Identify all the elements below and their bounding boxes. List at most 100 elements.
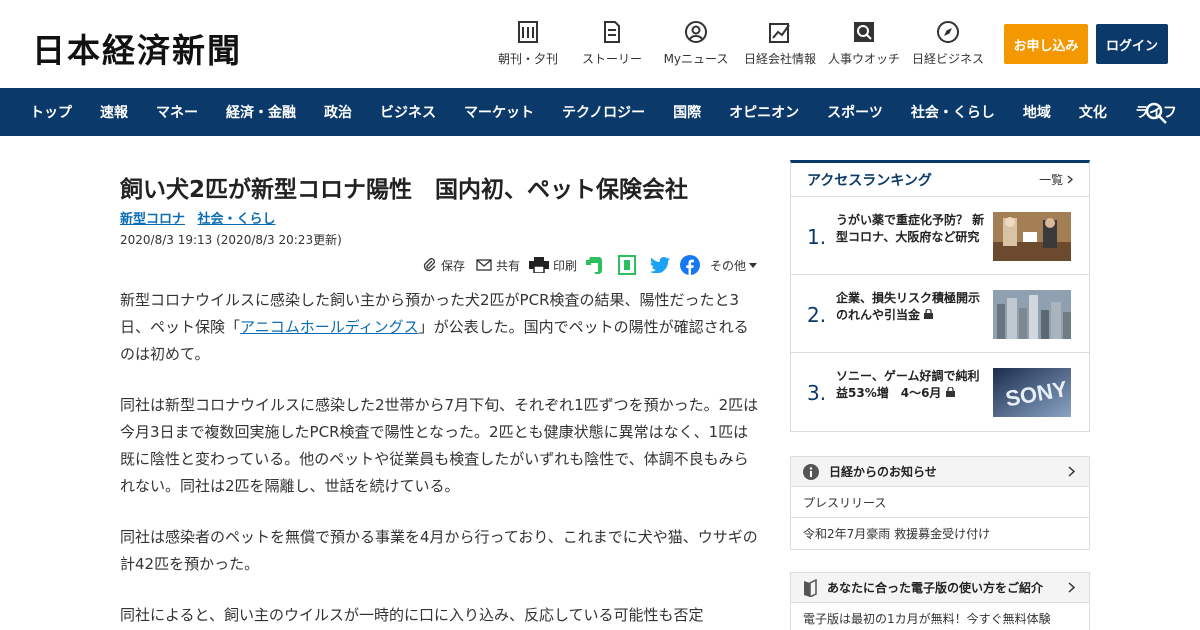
facebook-button[interactable] bbox=[680, 254, 704, 276]
ranking-thumbnail bbox=[993, 290, 1071, 339]
util-company-info[interactable]: 日経会社情報 bbox=[735, 20, 825, 67]
share-button[interactable]: 共有 bbox=[476, 254, 520, 276]
print-button[interactable]: 印刷 bbox=[529, 254, 577, 276]
nav-item-top[interactable]: トップ bbox=[30, 102, 72, 122]
tag-link[interactable]: 新型コロナ bbox=[120, 212, 185, 227]
save-button[interactable]: 保存 bbox=[423, 254, 465, 276]
book-icon bbox=[803, 578, 817, 597]
nav-item-market[interactable]: マーケット bbox=[464, 102, 534, 122]
util-label: 日経ビジネス bbox=[911, 52, 984, 66]
rank-number: 3. bbox=[807, 381, 827, 405]
rank-number: 2. bbox=[807, 303, 827, 327]
mail-icon bbox=[476, 259, 492, 271]
article-title: 飼い犬2匹が新型コロナ陽性 国内初、ペット保険会社 bbox=[120, 177, 689, 203]
twitter-icon bbox=[650, 257, 670, 273]
notice-item[interactable]: プレスリリース bbox=[791, 487, 1089, 518]
caret-down-icon bbox=[749, 262, 758, 268]
facebook-icon bbox=[680, 255, 700, 275]
nav-item-culture[interactable]: 文化 bbox=[1079, 102, 1107, 122]
save-label: 保存 bbox=[441, 258, 466, 273]
printer-icon bbox=[529, 257, 549, 273]
chevron-right-icon bbox=[1068, 466, 1076, 480]
nav-item-international[interactable]: 国際 bbox=[673, 102, 701, 122]
share-label: 共有 bbox=[496, 258, 521, 273]
nikkei-logo[interactable]: 日本経済新聞 bbox=[32, 24, 242, 72]
evernote-icon bbox=[586, 255, 604, 275]
notice-item[interactable]: 令和2年7月豪雨 救援募金受け付け bbox=[791, 518, 1089, 549]
nav-item-money[interactable]: マネー bbox=[156, 102, 198, 122]
article-paragraph: 新型コロナウイルスに感染した飼い主から預かった犬2匹がPCR検査の結果、陽性だっ… bbox=[120, 291, 749, 363]
ranking-header: アクセスランキング 一覧 bbox=[791, 163, 1089, 197]
compass-icon bbox=[936, 20, 960, 44]
chart-icon bbox=[768, 20, 792, 44]
print-label: 印刷 bbox=[553, 258, 578, 273]
evernote-button[interactable] bbox=[586, 254, 608, 276]
ranking-item[interactable]: 2. 企業、損失リスク積極開示 のれんや引当金 bbox=[791, 275, 1089, 353]
company-link[interactable]: アニコムホールディングス bbox=[240, 318, 419, 336]
clip-icon bbox=[618, 255, 636, 275]
site-header: 日本経済新聞 朝刊・夕刊 ストーリー Myニュース 日経会社情報 人事ウオッチ bbox=[0, 0, 1200, 88]
search-person-icon bbox=[852, 20, 876, 44]
more-label: その他 bbox=[710, 258, 747, 273]
newspaper-icon bbox=[516, 20, 540, 44]
util-label: Myニュース bbox=[663, 52, 729, 66]
nav-item-sports[interactable]: スポーツ bbox=[827, 102, 883, 122]
access-ranking: アクセスランキング 一覧 1. うがい薬で重症化予防？ 新型コロナ、大阪府など研… bbox=[790, 160, 1090, 432]
lock-icon bbox=[945, 386, 955, 397]
article-body: 新型コロナウイルスに感染した飼い主から預かった犬2匹がPCR検査の結果、陽性だっ… bbox=[120, 287, 760, 630]
chevron-right-icon bbox=[1067, 175, 1073, 184]
digital-guide: あなたに合った電子版の使い方をご紹介 電子版は最初の1カ月が無料！今すぐ無料体験 bbox=[790, 572, 1090, 630]
more-share-button[interactable]: その他 bbox=[710, 254, 761, 276]
ranking-title: アクセスランキング bbox=[807, 172, 932, 189]
rank-headline: 企業、損失リスク積極開示 のれんや引当金 bbox=[836, 291, 993, 322]
info-icon bbox=[803, 463, 819, 480]
rank-headline: うがい薬で重症化予防？ 新型コロナ、大阪府など研究 bbox=[836, 213, 985, 244]
search-icon[interactable] bbox=[1144, 101, 1168, 125]
nav-item-business[interactable]: ビジネス bbox=[380, 102, 436, 122]
util-label: 人事ウオッチ bbox=[827, 52, 900, 66]
notices-header[interactable]: 日経からのお知らせ bbox=[791, 457, 1089, 487]
util-nikkei-business[interactable]: 日経ビジネス bbox=[903, 20, 993, 67]
subscribe-button[interactable]: お申し込み bbox=[1004, 24, 1088, 64]
clip-button[interactable] bbox=[618, 254, 640, 276]
article-paragraph: 同社は新型コロナウイルスに感染した2世帯から7月下旬、それぞれ1匹ずつを預かった… bbox=[120, 396, 759, 495]
nav-item-breaking[interactable]: 速報 bbox=[100, 102, 128, 122]
nav-item-society[interactable]: 社会・くらし bbox=[911, 102, 995, 122]
nikkei-notices: 日経からのお知らせ プレスリリース 令和2年7月豪雨 救援募金受け付け bbox=[790, 456, 1090, 550]
ranking-thumbnail bbox=[993, 212, 1071, 261]
tag-link[interactable]: 社会・くらし bbox=[198, 212, 276, 227]
ranking-more-link[interactable]: 一覧 bbox=[1039, 171, 1073, 188]
util-morning-evening[interactable]: 朝刊・夕刊 bbox=[483, 20, 573, 67]
article-paragraph: 同社は感染者のペットを無償で預かる事業を4月から行っており、これまでに犬や猫、ウ… bbox=[120, 528, 758, 573]
rank-number: 1. bbox=[807, 225, 827, 249]
story-icon bbox=[600, 20, 624, 44]
util-label: 日経会社情報 bbox=[743, 52, 816, 66]
ranking-thumbnail: SONY bbox=[993, 368, 1071, 417]
twitter-button[interactable] bbox=[650, 254, 674, 276]
article-date: 2020/8/3 19:13 (2020/8/3 20:23更新) bbox=[120, 233, 342, 247]
nav-item-economy[interactable]: 経済・金融 bbox=[226, 102, 296, 122]
nav-item-politics[interactable]: 政治 bbox=[324, 102, 352, 122]
util-my-news[interactable]: Myニュース bbox=[651, 20, 741, 67]
notices-title: 日経からのお知らせ bbox=[829, 465, 937, 479]
ranking-item[interactable]: 3. ソニー、ゲーム好調で純利益53%増 4～6月 SONY bbox=[791, 353, 1089, 431]
util-personnel-watch[interactable]: 人事ウオッチ bbox=[819, 20, 909, 67]
article-paragraph: 同社によると、飼い主のウイルスが一時的に口に入り込み、反応している可能性も否定 bbox=[120, 606, 704, 624]
util-story[interactable]: ストーリー bbox=[567, 20, 657, 67]
article-tags: 新型コロナ 社会・くらし bbox=[120, 208, 284, 227]
login-button[interactable]: ログイン bbox=[1096, 24, 1168, 64]
guide-item[interactable]: 電子版は最初の1カ月が無料！今すぐ無料体験 bbox=[791, 603, 1089, 630]
nav-item-technology[interactable]: テクノロジー bbox=[562, 102, 645, 122]
nav-item-opinion[interactable]: オピニオン bbox=[729, 102, 799, 122]
rank-headline: ソニー、ゲーム好調で純利益53%増 4～6月 bbox=[836, 369, 980, 400]
user-icon bbox=[684, 20, 708, 44]
guide-title: あなたに合った電子版の使い方をご紹介 bbox=[827, 581, 1044, 595]
guide-header[interactable]: あなたに合った電子版の使い方をご紹介 bbox=[791, 573, 1089, 603]
ranking-item[interactable]: 1. うがい薬で重症化予防？ 新型コロナ、大阪府など研究 bbox=[791, 197, 1089, 275]
util-label: ストーリー bbox=[581, 52, 642, 66]
lock-icon bbox=[924, 308, 934, 319]
nav-item-region[interactable]: 地域 bbox=[1023, 102, 1051, 122]
paperclip-icon bbox=[423, 258, 437, 272]
chevron-right-icon bbox=[1068, 582, 1076, 596]
util-label: 朝刊・夕刊 bbox=[497, 52, 558, 66]
